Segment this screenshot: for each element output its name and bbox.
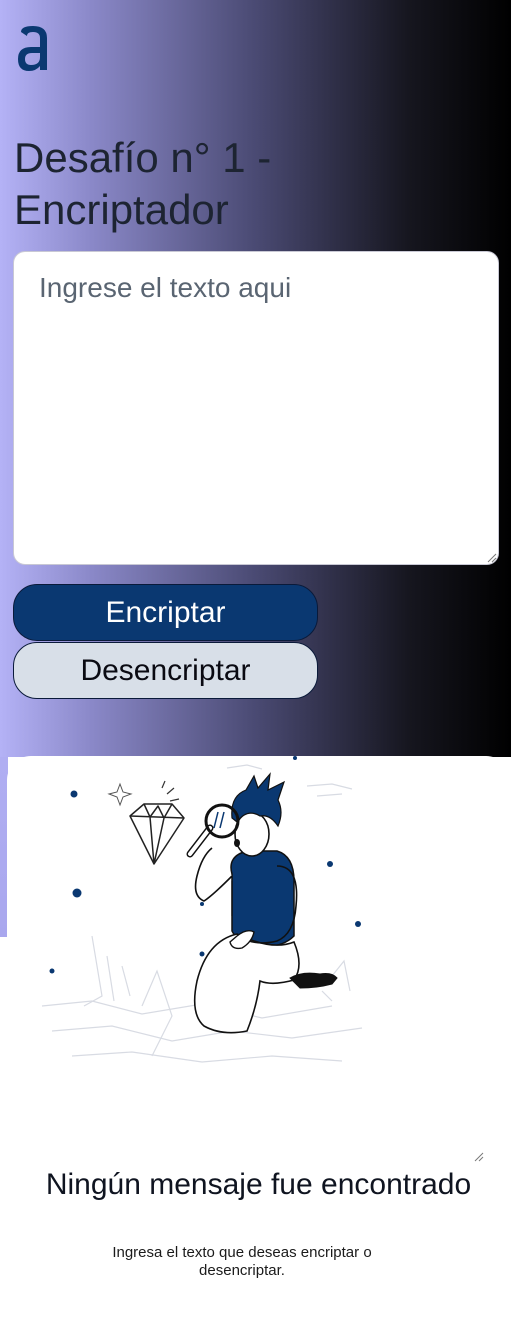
text-input[interactable] [13, 251, 499, 565]
resize-grip-icon[interactable] [474, 1152, 484, 1162]
output-panel: Ningún mensaje fue encontrado Ingresa el… [7, 756, 510, 1309]
no-message-title: Ningún mensaje fue encontrado [45, 1168, 472, 1201]
page-title: Desafío n° 1 - Encriptador [14, 134, 272, 233]
person-with-magnifying-glass-illustration [41, 756, 363, 1063]
alura-a-logo-icon [18, 26, 47, 71]
no-message-subtitle: Ingresa el texto que deseas encriptar o … [112, 1244, 372, 1279]
resize-grip-icon[interactable] [487, 553, 497, 563]
encrypt-button[interactable]: Encriptar [13, 584, 318, 641]
decrypt-button[interactable]: Desencriptar [13, 642, 318, 699]
